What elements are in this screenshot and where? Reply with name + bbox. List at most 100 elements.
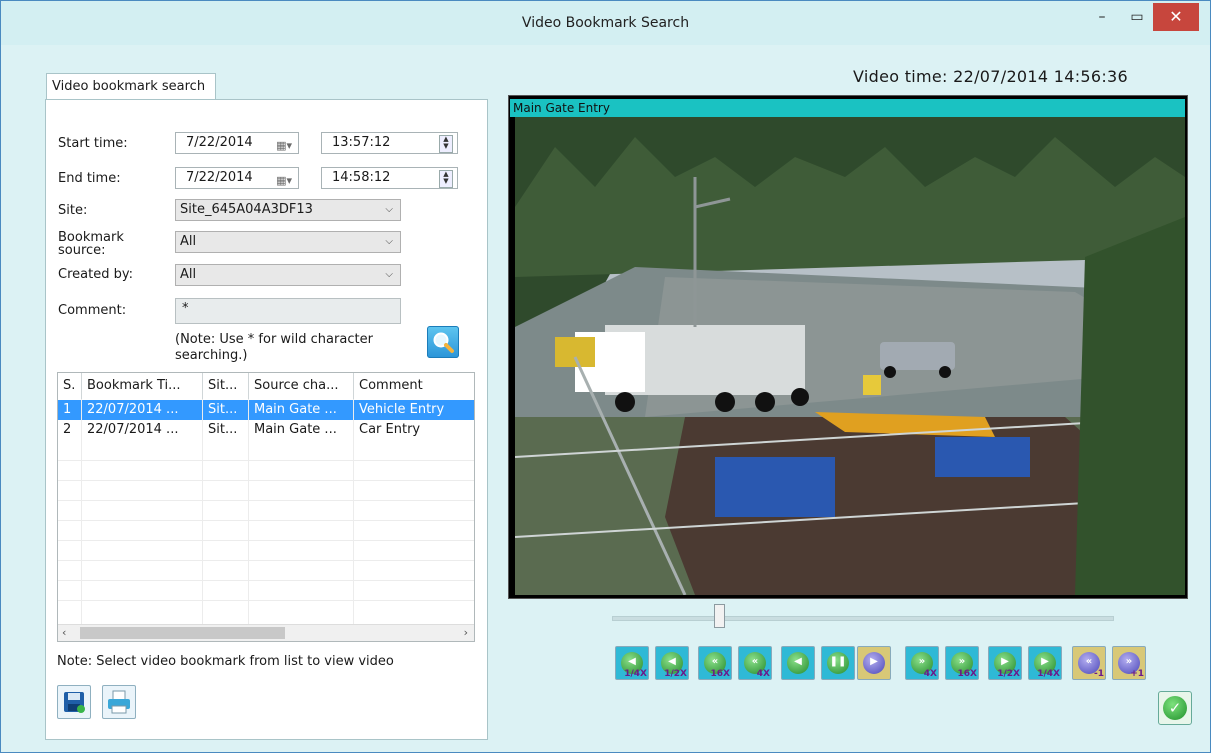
step-forward-glyph: ▶ <box>1041 656 1049 667</box>
chevron-down-icon: ⌵ <box>385 236 393 247</box>
column-header[interactable]: Bookmark Ti... <box>82 373 203 399</box>
scroll-left-icon[interactable]: ‹ <box>62 625 66 641</box>
speed-label: 1/2X <box>997 669 1020 679</box>
pause-glyph: ❚❚ <box>829 656 847 667</box>
start-date-picker[interactable]: 7/22/2014 ▦▾ <box>175 132 299 154</box>
next-frame-glyph: » <box>1125 656 1133 667</box>
table-cell: Sit... <box>208 422 238 437</box>
title-bar: Video Bookmark Search – ▭ ✕ <box>1 1 1210 45</box>
ok-button[interactable]: ✓ <box>1158 691 1192 725</box>
save-button[interactable] <box>57 685 91 719</box>
table-cell: 22/07/2014 ... <box>87 402 179 417</box>
fast-forward-4x-button[interactable]: » 4X <box>905 646 939 680</box>
save-icon <box>64 692 85 713</box>
minimize-button[interactable]: – <box>1084 3 1120 31</box>
speed-label: 1/2X <box>664 669 687 679</box>
comment-label: Comment: <box>58 303 127 318</box>
list-header: S. Bookmark Ti... Sit... Source cha... C… <box>58 373 474 399</box>
tab-video-bookmark-search[interactable]: Video bookmark search <box>46 73 217 100</box>
slow-forward-quarter-button[interactable]: ▶ 1/4X <box>1028 646 1062 680</box>
close-icon: ✕ <box>1169 7 1183 26</box>
created-by-value: All <box>180 267 197 282</box>
window-title: Video Bookmark Search <box>521 15 690 31</box>
search-button[interactable] <box>427 326 459 358</box>
spinner-icon[interactable]: ▲ ▼ <box>439 170 453 188</box>
print-button[interactable] <box>102 685 136 719</box>
calendar-dropdown-icon[interactable]: ▦▾ <box>276 171 292 191</box>
created-by-label: Created by: <box>58 267 133 282</box>
end-date-picker[interactable]: 7/22/2014 ▦▾ <box>175 167 299 189</box>
slow-forward-half-button[interactable]: ▶ 1/2X <box>988 646 1022 680</box>
video-player[interactable] <box>515 117 1185 595</box>
table-cell: Main Gate ... <box>254 402 337 417</box>
column-header[interactable]: Source cha... <box>249 373 354 399</box>
previous-frame-button[interactable]: « -1 <box>1072 646 1106 680</box>
created-by-dropdown[interactable]: All ⌵ <box>175 264 401 286</box>
column-header[interactable]: Comment <box>354 373 474 399</box>
table-row[interactable]: 1 22/07/2014 ... Sit... Main Gate ... Ve… <box>58 400 474 420</box>
column-header[interactable]: S. <box>58 373 82 399</box>
speed-label: 16X <box>710 669 730 679</box>
rewind-16x-button[interactable]: « 16X <box>698 646 732 680</box>
slow-back-quarter-button[interactable]: ◀ 1/4X <box>615 646 649 680</box>
bookmark-source-value: All <box>180 234 197 249</box>
grid-row-line <box>58 520 474 521</box>
slow-back-half-button[interactable]: ◀ 1/2X <box>655 646 689 680</box>
select-bookmark-note: Note: Select video bookmark from list to… <box>57 654 394 669</box>
video-time-label: Video time: 22/07/2014 14:56:36 <box>853 67 1129 86</box>
step-forward-glyph: ▶ <box>1001 656 1009 667</box>
end-time-value: 14:58:12 <box>332 170 391 185</box>
end-time-input[interactable]: 14:58:12 ▲ ▼ <box>321 167 458 189</box>
bookmark-source-dropdown[interactable]: All ⌵ <box>175 231 401 253</box>
pause-button[interactable]: ❚❚ <box>821 646 855 680</box>
play-reverse-button[interactable]: ◀ <box>781 646 815 680</box>
bookmark-source-label: Bookmark source: <box>58 230 124 258</box>
scrollbar-thumb[interactable] <box>80 627 285 639</box>
speed-label: 1/4X <box>1037 669 1060 679</box>
printer-icon <box>108 690 130 714</box>
fast-forward-glyph: » <box>918 656 926 667</box>
column-header[interactable]: Sit... <box>203 373 249 399</box>
table-cell: Car Entry <box>359 422 421 437</box>
grid-row-line <box>58 460 474 461</box>
scroll-right-icon[interactable]: › <box>464 625 468 641</box>
play-glyph: ▶ <box>870 656 878 667</box>
bookmark-list[interactable]: S. Bookmark Ti... Sit... Source cha... C… <box>57 372 475 642</box>
site-value: Site_645A04A3DF13 <box>180 202 313 217</box>
table-cell: 1 <box>63 402 72 417</box>
maximize-icon: ▭ <box>1130 9 1144 25</box>
start-time-input[interactable]: 13:57:12 ▲ ▼ <box>321 132 458 154</box>
chevron-down-icon: ⌵ <box>385 269 393 280</box>
table-row[interactable]: 2 22/07/2014 ... Sit... Main Gate ... Ca… <box>58 420 474 440</box>
seek-track[interactable] <box>612 616 1114 621</box>
end-time-label: End time: <box>58 171 121 186</box>
maximize-button[interactable]: ▭ <box>1119 3 1155 31</box>
prev-frame-glyph: « <box>1085 656 1093 667</box>
table-cell: Vehicle Entry <box>359 402 445 417</box>
play-reverse-glyph: ◀ <box>794 656 802 667</box>
site-dropdown[interactable]: Site_645A04A3DF13 ⌵ <box>175 199 401 221</box>
speed-label: 4X <box>923 669 937 679</box>
checkmark-icon: ✓ <box>1163 696 1187 720</box>
grid-row-line <box>58 540 474 541</box>
step-back-glyph: ◀ <box>628 656 636 667</box>
fast-forward-glyph: » <box>958 656 966 667</box>
rewind-4x-button[interactable]: « 4X <box>738 646 772 680</box>
rewind-glyph: « <box>751 656 759 667</box>
horizontal-scrollbar[interactable]: ‹ › <box>58 624 474 641</box>
seek-slider-thumb[interactable] <box>714 604 725 628</box>
grid-row-line <box>58 500 474 501</box>
next-frame-button[interactable]: » +1 <box>1112 646 1146 680</box>
site-label: Site: <box>58 203 88 218</box>
spinner-icon[interactable]: ▲ ▼ <box>439 135 453 153</box>
close-button[interactable]: ✕ <box>1153 3 1199 31</box>
app-window: Video Bookmark Search – ▭ ✕ Video bookma… <box>0 0 1211 753</box>
video-image <box>515 117 1185 595</box>
play-button[interactable]: ▶ <box>857 646 891 680</box>
grid-row-line <box>58 600 474 601</box>
frame-step-label: +1 <box>1130 669 1144 679</box>
comment-input[interactable]: * <box>175 298 401 324</box>
fast-forward-16x-button[interactable]: » 16X <box>945 646 979 680</box>
camera-label: Main Gate Entry <box>510 99 1185 117</box>
calendar-dropdown-icon[interactable]: ▦▾ <box>276 136 292 156</box>
